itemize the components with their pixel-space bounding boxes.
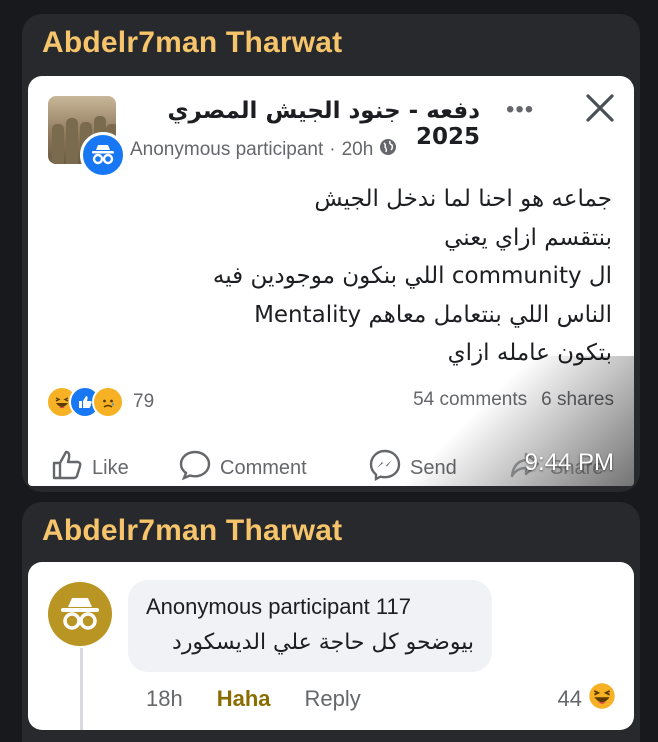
haha-icon: [588, 682, 616, 716]
comment-bubble[interactable]: Anonymous participant 117 بيوضحو كل حاجة…: [128, 580, 492, 672]
messenger-icon: [368, 448, 402, 486]
globe-icon: [379, 138, 397, 162]
post-line: جماعه هو احنا لما ندخل الجيش: [314, 186, 612, 212]
send-label: Send: [410, 456, 457, 479]
post-body: جماعه هو احنا لما ندخل الجيش بنتقسم ازاي…: [42, 180, 612, 373]
sender-name: Abdelr7man Tharwat: [42, 26, 343, 59]
comment-author[interactable]: Anonymous participant 117: [146, 594, 411, 620]
post-line: بنتقسم ازاي يعني: [444, 224, 612, 251]
comment-actions: 18h Haha Reply: [146, 686, 361, 712]
comment-text: بيوضحو كل حاجة علي الديسكورد: [172, 630, 474, 655]
reactions-summary[interactable]: 79: [46, 386, 154, 418]
post-line: الناس اللي بنتعامل معاهم Mentality: [254, 301, 612, 328]
anonymous-avatar[interactable]: [48, 582, 112, 646]
chat-message-bubble[interactable]: Abdelr7man Tharwat Anonymous participant…: [22, 502, 640, 742]
comment-age[interactable]: 18h: [146, 686, 183, 712]
more-options-button[interactable]: •••: [506, 96, 534, 124]
sad-icon: [92, 386, 124, 418]
comment-bubble-icon: [178, 448, 212, 486]
post-stats: 54 comments 6 shares: [413, 389, 614, 411]
post-line: بتكون عامله ازاي: [447, 340, 612, 366]
comments-count[interactable]: 54 comments: [413, 389, 527, 411]
reply-button[interactable]: Reply: [305, 686, 361, 712]
close-icon[interactable]: [582, 90, 618, 126]
anonymous-icon: [80, 132, 126, 178]
chat-message-bubble[interactable]: Abdelr7man Tharwat دفعه - جنود الجيش الم…: [22, 14, 640, 492]
message-timestamp: 9:44 PM: [524, 449, 614, 476]
comment-reactions[interactable]: 44: [558, 682, 616, 716]
thread-line: [80, 648, 83, 730]
thumbs-up-icon: [50, 448, 84, 486]
send-button[interactable]: Send: [368, 448, 457, 486]
shares-count[interactable]: 6 shares: [541, 389, 614, 411]
sender-name: Abdelr7man Tharwat: [42, 514, 343, 547]
haha-reaction-button[interactable]: Haha: [217, 686, 271, 712]
comment-button[interactable]: Comment: [178, 448, 307, 486]
shared-comment-card[interactable]: Anonymous participant 117 بيوضحو كل حاجة…: [28, 562, 634, 730]
post-author: Anonymous participant: [130, 139, 324, 160]
post-meta: Anonymous participant · 20h: [130, 138, 397, 162]
meta-separator: ·: [329, 139, 336, 160]
comment-reaction-count: 44: [557, 686, 582, 711]
like-button[interactable]: Like: [50, 448, 129, 486]
shared-post-card[interactable]: دفعه - جنود الجيش المصري 2025 Anonymous …: [28, 76, 634, 486]
post-line: ال community اللي بنكون موجودين فيه: [212, 263, 612, 289]
reaction-count: 79: [133, 391, 155, 412]
comment-label: Comment: [220, 456, 307, 479]
like-label: Like: [92, 456, 129, 479]
post-age[interactable]: 20h: [342, 139, 374, 161]
